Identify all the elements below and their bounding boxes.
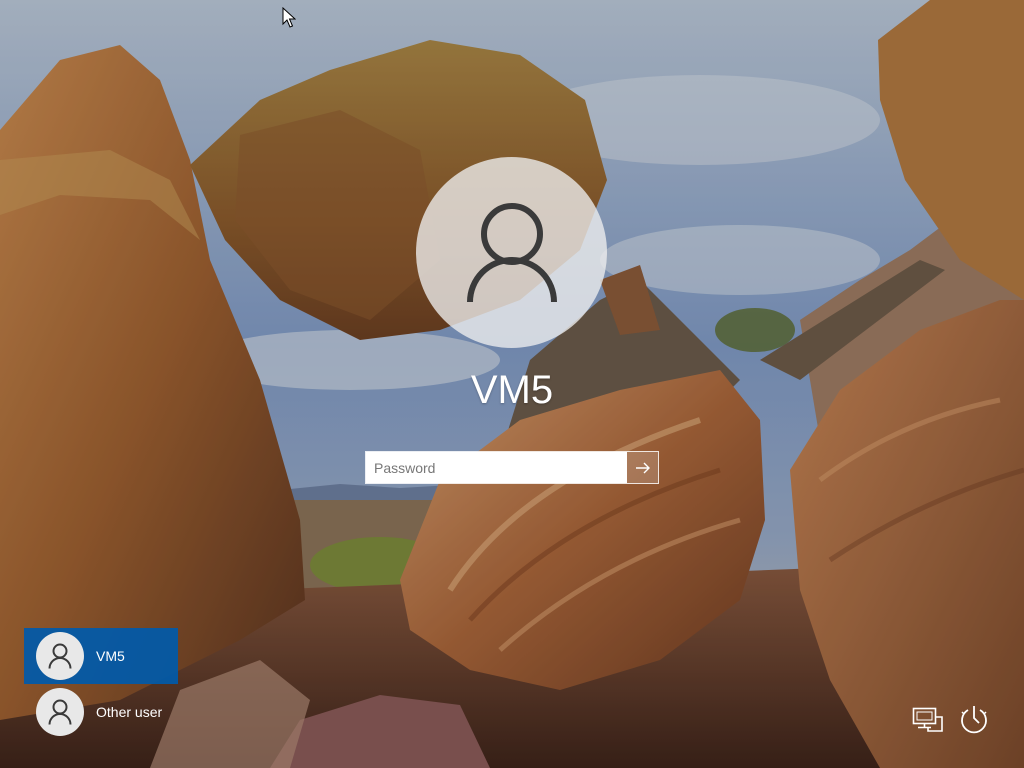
user-list-item-vm5[interactable]: VM5 [24, 628, 178, 684]
user-icon [48, 699, 72, 725]
power-button[interactable] [956, 700, 992, 740]
username-heading: VM5 [470, 368, 554, 412]
power-icon [961, 706, 987, 734]
password-field-group [365, 451, 659, 484]
network-button[interactable] [910, 700, 946, 740]
user-list-item-label: Other user [96, 704, 163, 720]
user-avatar [36, 632, 84, 680]
user-avatar [36, 688, 84, 736]
user-list-item-other-user[interactable]: Other user [24, 684, 178, 740]
arrow-right-icon [635, 462, 650, 473]
user-icon [466, 202, 557, 302]
user-icon [48, 643, 72, 669]
user-list: VM5 Other user [24, 628, 178, 740]
user-list-item-label: VM5 [96, 648, 125, 664]
password-input[interactable] [366, 452, 627, 483]
user-avatar-large [416, 157, 607, 348]
mouse-cursor-icon [282, 7, 296, 28]
submit-button[interactable] [627, 452, 658, 483]
network-icon [912, 707, 943, 732]
